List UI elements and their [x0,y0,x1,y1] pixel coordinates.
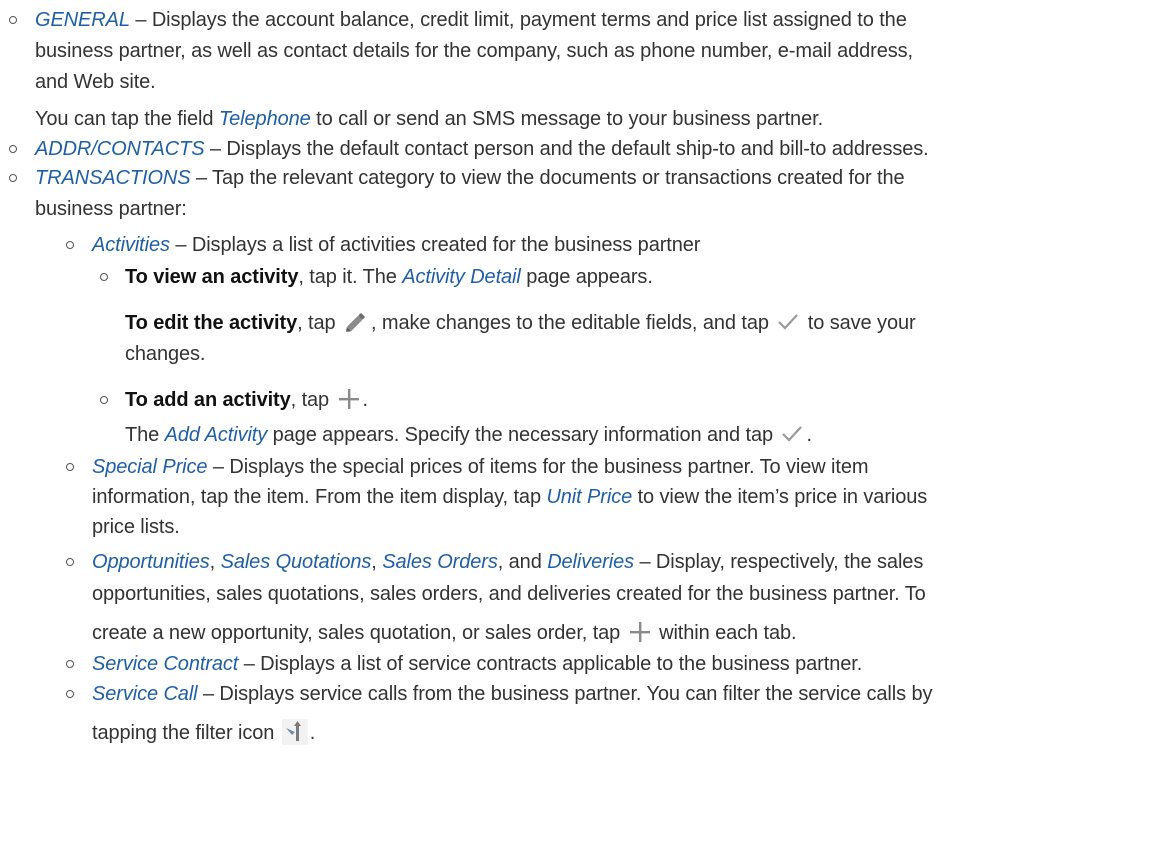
service-contract-line: Service Contract – Displays a list of se… [92,650,862,678]
edit-activity-text: to save your [802,312,916,334]
special-price-text: to view the item’s price in various [632,486,928,508]
general-text: – Displays the account balance, credit l… [129,9,907,31]
add-activity-text: The [125,424,165,446]
separator-text: , and [497,551,548,573]
plus-icon [337,387,361,411]
addr-text: – Displays the default contact person an… [204,138,929,160]
view-activity-line: To view an activity, tap it. The Activit… [125,263,653,291]
telephone-term: Telephone [218,108,311,130]
transactions-line-2: business partner: [35,195,187,223]
edit-activity-text: , tap [297,312,341,334]
general-line-1: GENERAL – Displays the account balance, … [35,6,907,34]
special-price-line-3: price lists. [92,513,180,541]
addr-line: ADDR/CONTACTS – Displays the default con… [35,135,929,163]
pencil-icon [343,309,369,335]
edit-activity-line: To edit the activity, tap , make changes… [125,309,916,337]
bullet [100,273,108,281]
plus-icon [628,620,652,644]
bullet [9,16,17,24]
opportunities-text: – Display, respectively, the sales [634,551,924,573]
special-price-term: Special Price [92,456,208,478]
opportunities-term: Opportunities [92,551,210,573]
service-call-text: . [309,722,316,744]
special-price-line-1: Special Price – Displays the special pri… [92,453,869,481]
general-note-text: You can tap the field [35,108,219,130]
service-call-term: Service Call [92,683,198,705]
deliveries-term: Deliveries [547,551,634,573]
add-activity-text: , tap [290,389,335,411]
separator-text: , [209,551,221,573]
bullet [66,463,74,471]
general-note-text: to call or send an SMS message to your b… [310,108,824,130]
add-activity-strong: To add an activity [125,389,291,411]
sales-orders-term: Sales Orders [382,551,498,573]
activity-detail-term: Activity Detail [402,266,521,288]
bullet [100,396,108,404]
general-text: business partner, as well as contact det… [35,40,913,62]
general-text: and Web site. [35,71,156,93]
special-price-text: price lists. [92,516,180,538]
activities-line: Activities – Displays a list of activiti… [92,231,700,259]
activities-text: – Displays a list of activities created … [169,234,701,256]
service-call-text: – Displays service calls from the busine… [197,683,933,705]
add-activity-line: To add an activity, tap . [125,386,368,414]
sales-quotations-term: Sales Quotations [220,551,372,573]
bullet [9,174,17,182]
add-activity-term: Add Activity [164,424,268,446]
bullet [9,145,17,153]
opportunities-line-3: create a new opportunity, sales quotatio… [92,619,797,647]
unit-price-term: Unit Price [546,486,633,508]
special-price-text: – Displays the special prices of items f… [207,456,869,478]
view-activity-text: , tap it. The [298,266,403,288]
bullet [66,660,74,668]
addr-term: ADDR/CONTACTS [35,138,205,160]
opportunities-text: opportunities, sales quotations, sales o… [92,583,926,605]
service-contract-term: Service Contract [92,653,239,675]
transactions-text: – Tap the relevant category to view the … [190,167,905,189]
bullet [66,558,74,566]
transactions-text: business partner: [35,198,187,220]
transactions-term: TRANSACTIONS [35,167,191,189]
edit-activity-strong: To edit the activity [125,312,298,334]
general-note: You can tap the field Telephone to call … [35,105,823,133]
activities-term: Activities [92,234,170,256]
bullet [66,690,74,698]
bullet [66,241,74,249]
service-call-line-2: tapping the filter icon . [92,718,316,747]
add-activity-text: page appears. Specify the necessary info… [267,424,779,446]
edit-activity-line-2: changes. [125,340,205,368]
general-line-3: and Web site. [35,68,156,96]
add-activity-line-2: The Add Activity page appears. Specify t… [125,421,812,449]
checkmark-icon [776,311,800,333]
add-activity-text: . [362,389,369,411]
service-contract-text: – Displays a list of service contracts a… [238,653,863,675]
checkmark-icon [780,423,804,445]
filter-icon [281,718,308,745]
general-line-2: business partner, as well as contact det… [35,37,913,65]
opportunities-line-2: opportunities, sales quotations, sales o… [92,580,926,608]
edit-activity-text: , make changes to the editable fields, a… [370,312,775,334]
service-call-text: tapping the filter icon [92,722,280,744]
general-term: GENERAL [35,9,130,31]
service-call-line-1: Service Call – Displays service calls fr… [92,680,932,708]
add-activity-text: . [806,424,812,446]
view-activity-text: page appears. [520,266,653,288]
special-price-line-2: information, tap the item. From the item… [92,483,927,511]
opportunities-text: create a new opportunity, sales quotatio… [92,622,626,644]
opportunities-line-1: Opportunities, Sales Quotations, Sales O… [92,548,923,576]
transactions-line-1: TRANSACTIONS – Tap the relevant category… [35,164,905,192]
separator-text: , [371,551,383,573]
view-activity-strong: To view an activity [125,266,299,288]
opportunities-text: within each tab. [653,622,797,644]
special-price-text: information, tap the item. From the item… [92,486,547,508]
edit-activity-text: changes. [125,343,206,365]
